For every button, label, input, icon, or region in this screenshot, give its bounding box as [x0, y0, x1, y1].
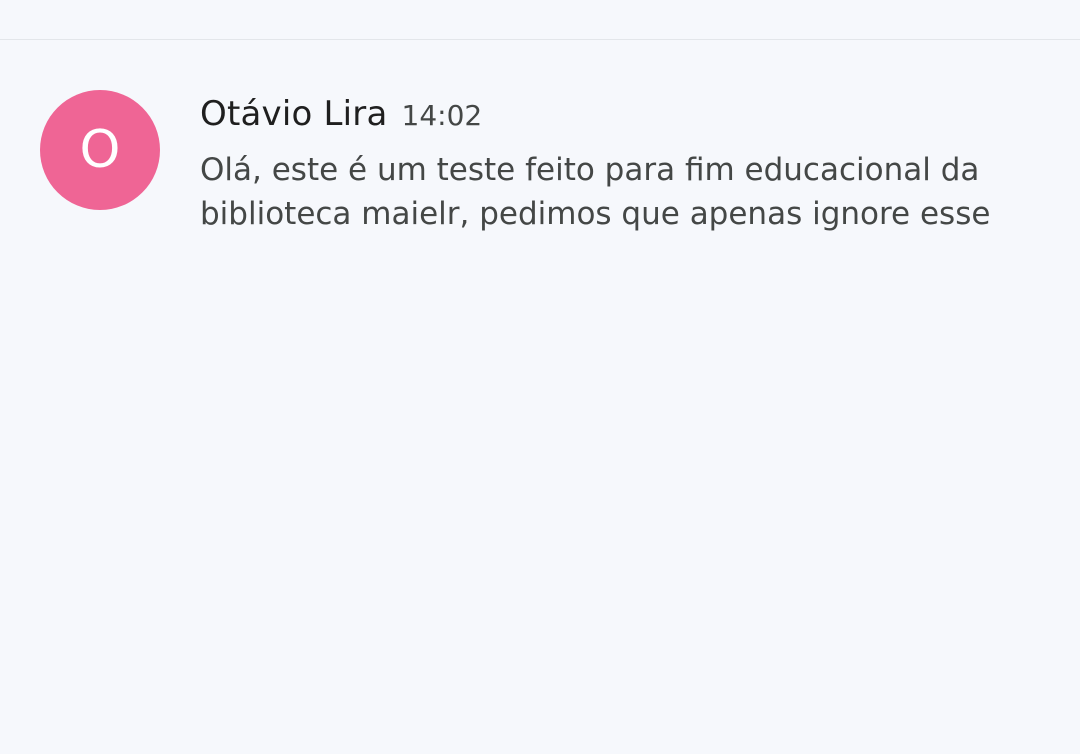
message-content: Otávio Lira 14:02 Olá, este é um teste f… [200, 94, 1040, 236]
message-preview: Olá, este é um teste feito para fim educ… [200, 152, 991, 232]
top-bar [0, 0, 1080, 40]
sender-name: Otávio Lira [200, 94, 388, 134]
message-header: Otávio Lira 14:02 [200, 94, 1040, 134]
message-item[interactable]: O Otávio Lira 14:02 Olá, este é um teste… [0, 40, 1080, 260]
message-time: 14:02 [401, 99, 483, 132]
avatar[interactable]: O [40, 90, 160, 210]
